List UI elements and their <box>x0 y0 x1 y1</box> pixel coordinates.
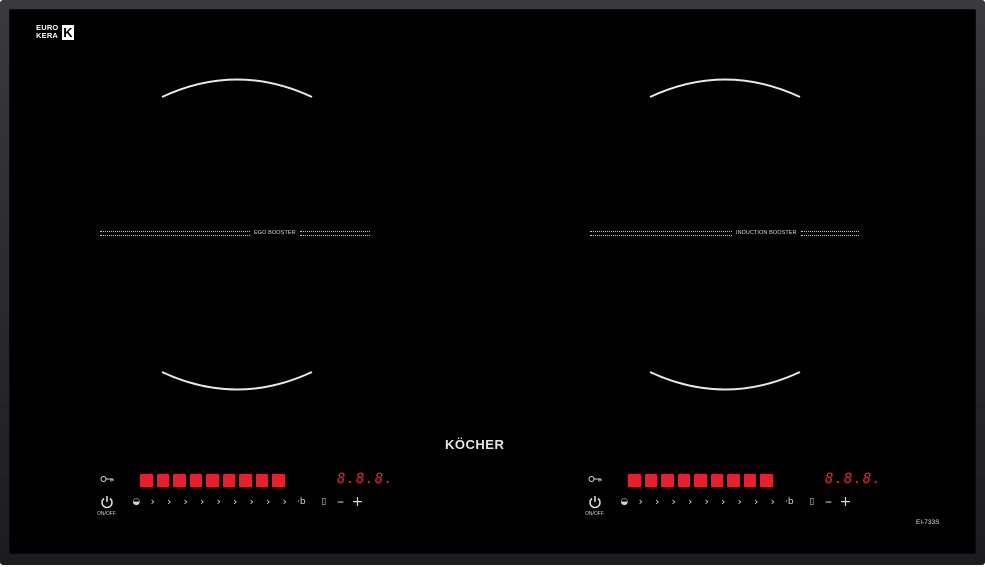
left-touch-row: ◒ › › › › › › › › › ·b ▯ – + <box>100 493 366 511</box>
onoff-label: ON/OFF <box>585 511 604 517</box>
half-circle-icon[interactable]: ◒ <box>616 493 633 511</box>
plus-button[interactable]: + <box>837 493 854 511</box>
booster-dots <box>100 230 250 236</box>
level-7-button[interactable]: › <box>732 493 749 511</box>
left-control-panel: 8.8.8. ◒ › › › › › › › › › ·b ▯ – + ON/O… <box>97 470 393 520</box>
level-1-button[interactable]: › <box>145 493 162 511</box>
led-3 <box>661 474 674 487</box>
power-level-leds <box>628 474 773 487</box>
right-booster-line: INDUCTION BOOSTER <box>590 227 859 239</box>
level-9-button[interactable]: › <box>765 493 782 511</box>
level-9-button[interactable]: › <box>277 493 294 511</box>
timer-icon[interactable]: ·b <box>293 493 310 511</box>
power-icon[interactable] <box>100 495 114 509</box>
onoff-label: ON/OFF <box>97 511 116 517</box>
level-1-button[interactable]: › <box>633 493 650 511</box>
led-2 <box>644 474 657 487</box>
timer-icon[interactable]: ·b <box>781 493 798 511</box>
power-icon[interactable] <box>588 495 602 509</box>
left-booster-label: EGO BOOSTER <box>254 230 296 236</box>
right-touch-row: ◒ › › › › › › › › › ·b ▯ – + <box>588 493 854 511</box>
minus-button[interactable]: – <box>332 493 349 511</box>
booster-dots <box>590 230 732 236</box>
half-circle-icon[interactable]: ◒ <box>128 493 145 511</box>
eurokera-k-mark: K <box>62 25 74 40</box>
led-6 <box>710 474 723 487</box>
led-6 <box>222 474 235 487</box>
level-7-button[interactable]: › <box>244 493 261 511</box>
level-4-button[interactable]: › <box>682 493 699 511</box>
led-2 <box>156 474 169 487</box>
booster-dots <box>299 230 370 236</box>
level-4-button[interactable]: › <box>194 493 211 511</box>
eurokera-logo: EURO KERA K <box>36 24 76 44</box>
key-icon[interactable] <box>588 475 602 483</box>
level-2-button[interactable]: › <box>161 493 178 511</box>
model-number: EI-733S <box>916 519 940 526</box>
plus-button[interactable]: + <box>349 493 366 511</box>
level-6-button[interactable]: › <box>227 493 244 511</box>
led-5 <box>206 474 219 487</box>
led-3 <box>173 474 186 487</box>
left-booster-line: EGO BOOSTER <box>100 227 370 239</box>
level-5-button[interactable]: › <box>699 493 716 511</box>
right-control-panel: 8.8.8. ◒ › › › › › › › › › ·b ▯ – + ON/O… <box>585 470 881 520</box>
minus-button[interactable]: – <box>820 493 837 511</box>
level-8-button[interactable]: › <box>748 493 765 511</box>
booster-dots <box>800 230 859 236</box>
right-booster-label: INDUCTION BOOSTER <box>736 230 797 236</box>
led-7 <box>727 474 740 487</box>
level-3-button[interactable]: › <box>666 493 683 511</box>
logo-line-kera: KERA <box>36 31 59 40</box>
led-4 <box>677 474 690 487</box>
key-icon[interactable] <box>100 475 114 483</box>
level-8-button[interactable]: › <box>260 493 277 511</box>
level-2-button[interactable]: › <box>649 493 666 511</box>
led-5 <box>694 474 707 487</box>
led-1 <box>628 474 641 487</box>
right-display: 8.8.8. <box>825 471 882 487</box>
power-level-leds <box>140 474 285 487</box>
level-5-button[interactable]: › <box>211 493 228 511</box>
led-8 <box>255 474 268 487</box>
left-display: 8.8.8. <box>337 471 394 487</box>
led-9 <box>272 474 285 487</box>
brand-logo: KÖCHER <box>445 437 505 452</box>
level-3-button[interactable]: › <box>178 493 195 511</box>
level-6-button[interactable]: › <box>715 493 732 511</box>
led-9 <box>760 474 773 487</box>
led-1 <box>140 474 153 487</box>
pause-icon[interactable]: ▯ <box>804 493 821 511</box>
led-8 <box>743 474 756 487</box>
pause-icon[interactable]: ▯ <box>316 493 333 511</box>
led-7 <box>239 474 252 487</box>
led-4 <box>189 474 202 487</box>
